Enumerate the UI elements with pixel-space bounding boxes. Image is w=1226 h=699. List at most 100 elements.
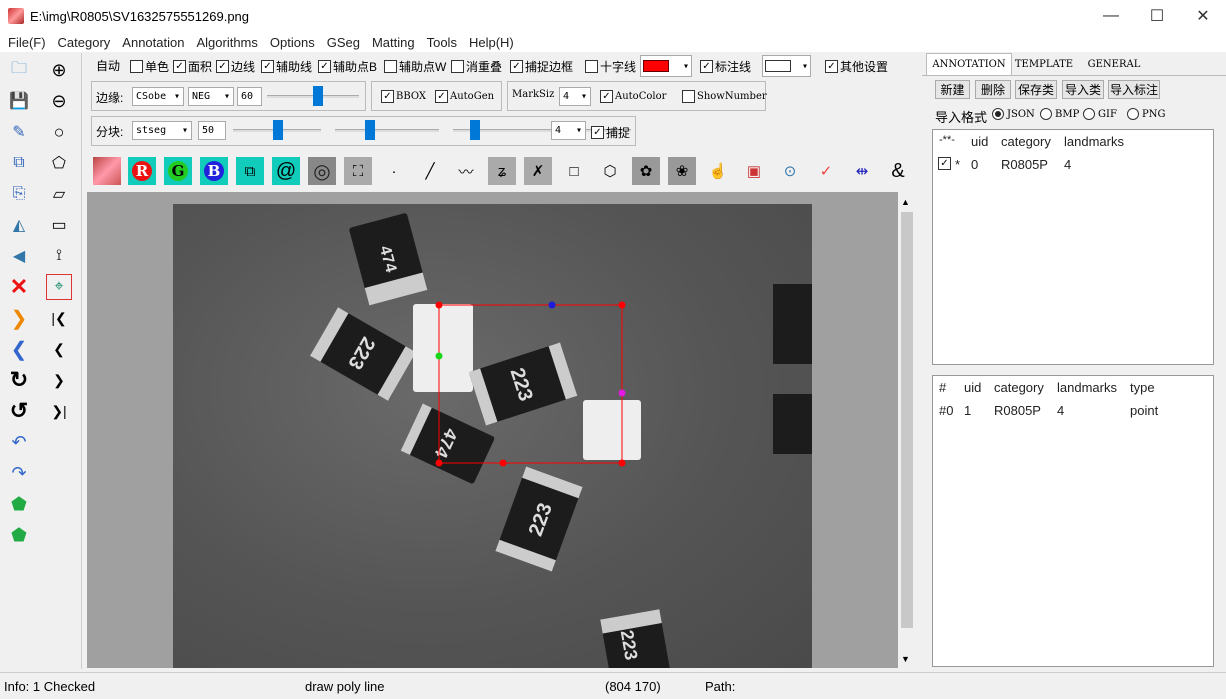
edge-value-input[interactable]: 60 <box>237 87 262 106</box>
table-row[interactable]: #0 1 R0805P 4 point <box>933 400 1213 420</box>
format-gif-radio[interactable]: GIF <box>1083 108 1117 120</box>
previous-icon[interactable]: ❮ <box>46 336 72 362</box>
bbox-checkbox[interactable]: ✓ BBOX <box>381 90 426 103</box>
zoom-out-icon[interactable]: ⊖ <box>46 88 72 114</box>
record-icon[interactable]: ⊙ <box>776 157 804 185</box>
scroll-thumb[interactable] <box>901 212 913 628</box>
fill-color-picker[interactable]: ▾ <box>762 55 811 77</box>
edge-slider-thumb[interactable] <box>313 86 323 106</box>
bbox-corner-point[interactable] <box>435 301 443 309</box>
save-icon[interactable]: 💾 <box>6 88 32 114</box>
arrow-left-icon[interactable]: ◀ <box>6 243 32 269</box>
landmark-red[interactable] <box>499 459 507 467</box>
format-png-radio[interactable]: PNG <box>1127 108 1165 120</box>
hand-pointer-icon[interactable]: ☝ <box>704 157 732 185</box>
aux-line-checkbox[interactable]: ✓ 辅助线 <box>261 58 312 75</box>
import-class-button[interactable]: 导入类 <box>1062 80 1104 99</box>
frame-icon[interactable]: ▣ <box>740 157 768 185</box>
prev-icon[interactable]: ❮ <box>6 336 32 362</box>
bbox-corner-point[interactable] <box>618 301 626 309</box>
close-button[interactable]: ✕ <box>1180 0 1226 32</box>
bezier-tool-icon[interactable]: ✗ <box>524 157 552 185</box>
other-settings-checkbox[interactable]: ✓ 其他设置 <box>825 58 888 75</box>
polygon-add-icon[interactable]: ⬠ <box>46 150 72 176</box>
transform-icon[interactable]: ⛶ <box>344 157 372 185</box>
point-tool-icon[interactable]: · <box>380 157 408 185</box>
landmark-magenta[interactable] <box>618 389 626 397</box>
circle-icon[interactable]: ○ <box>46 119 72 145</box>
bbox-corner-point[interactable] <box>618 459 626 467</box>
remove-overlap-checkbox[interactable]: 消重叠 <box>451 58 502 75</box>
spiral-icon[interactable]: ◎ <box>308 157 336 185</box>
menu-help[interactable]: Help(H) <box>463 35 520 50</box>
menu-file[interactable]: File(F) <box>2 35 52 50</box>
landmark-list[interactable]: # uid category landmarks type #0 1 R0805… <box>932 375 1214 667</box>
forward-icon[interactable]: ↷ <box>6 460 32 486</box>
import-annotation-button[interactable]: 导入标注 <box>1108 80 1160 99</box>
block-slider1-thumb[interactable] <box>273 120 283 140</box>
nextitem-icon[interactable]: ❯ <box>46 367 72 393</box>
menu-gseg[interactable]: GSeg <box>321 35 366 50</box>
rect-add-icon[interactable]: ▭ <box>46 212 72 238</box>
table-row[interactable]: ✓ * 0 R0805P 4 <box>933 154 1213 174</box>
shape-add-icon[interactable]: ▱ <box>46 181 72 207</box>
flip-icon[interactable]: ◭ <box>6 212 32 238</box>
blue-channel-button[interactable]: B <box>200 157 228 185</box>
menu-algorithms[interactable]: Algorithms <box>190 35 263 50</box>
polygon-green-alt-icon[interactable]: ⬟ <box>6 522 32 548</box>
edge-algo-select[interactable]: CSobe ▾ <box>132 87 184 106</box>
delete-button[interactable]: 删除 <box>975 80 1011 99</box>
snap-border-checkbox[interactable]: ✓ 捕捉边框 <box>510 58 573 75</box>
bbox-corner-point[interactable] <box>435 459 443 467</box>
edge-mode-select[interactable]: NEG ▾ <box>188 87 234 106</box>
block-slider2-track[interactable] <box>335 129 439 132</box>
new-button[interactable]: 新建 <box>935 80 970 99</box>
category-list[interactable]: -**- uid category landmarks ✓ * 0 R0805P… <box>932 129 1214 365</box>
canvas-vertical-scrollbar[interactable]: ▲ ▼ <box>898 192 916 668</box>
back-icon[interactable]: ↶ <box>6 429 32 455</box>
scroll-up-icon[interactable]: ▲ <box>901 197 910 207</box>
aux-point-b-checkbox[interactable]: ✓ 辅助点B <box>318 58 377 75</box>
freeform-tool-icon[interactable]: ✿ <box>632 157 660 185</box>
tab-template[interactable]: TEMPLATE <box>1012 53 1076 75</box>
line-color-picker[interactable]: ▾ <box>640 55 692 77</box>
delete-icon[interactable]: ✕ <box>6 274 32 300</box>
single-color-checkbox[interactable]: 单色 <box>130 58 169 75</box>
red-channel-button[interactable]: R <box>128 157 156 185</box>
zoom-in-icon[interactable]: ⊕ <box>46 57 72 83</box>
menu-matting[interactable]: Matting <box>366 35 421 50</box>
crosshair-checkbox[interactable]: 十字线 <box>585 58 636 75</box>
line-tool-icon[interactable]: ╱ <box>416 157 444 185</box>
maximize-button[interactable]: ☐ <box>1134 0 1180 32</box>
paste-icon[interactable]: ⎘ <box>6 181 32 207</box>
photo-icon[interactable] <box>93 157 121 185</box>
menu-annotation[interactable]: Annotation <box>116 35 190 50</box>
autocolor-checkbox[interactable]: ✓ AutoColor <box>600 90 666 103</box>
point-marker-icon[interactable]: ⌖ <box>46 274 72 300</box>
crop-icon[interactable]: ⧉ <box>236 157 264 185</box>
next-icon[interactable]: ❯ <box>6 305 32 331</box>
undo-icon[interactable]: ↺ <box>6 398 32 424</box>
freeform-fill-icon[interactable]: ❀ <box>668 157 696 185</box>
menu-tools[interactable]: Tools <box>421 35 463 50</box>
row-checkbox[interactable]: ✓ <box>938 157 951 170</box>
marksize-select[interactable]: 4 ▾ <box>559 87 591 106</box>
shownumber-checkbox[interactable]: ShowNumber <box>682 90 767 103</box>
minimize-button[interactable]: — <box>1088 0 1134 32</box>
edge-checkbox[interactable]: ✓ 边线 <box>216 58 255 75</box>
save-class-button[interactable]: 保存类 <box>1015 80 1057 99</box>
copy-icon[interactable]: ⧉ <box>6 150 32 176</box>
open-folder-icon[interactable]: 🗀 <box>6 57 32 83</box>
check-icon[interactable]: ✓ <box>812 157 840 185</box>
block-count-select[interactable]: 4 ▾ <box>551 121 586 140</box>
tab-annotation[interactable]: ANNOTATION <box>926 53 1012 75</box>
redo-icon[interactable]: ↻ <box>6 367 32 393</box>
label-line-checkbox[interactable]: ✓ 标注线 <box>700 58 751 75</box>
block-algo-select[interactable]: stseg ▾ <box>132 121 192 140</box>
last-icon[interactable]: ❯| <box>46 398 72 424</box>
scroll-down-icon[interactable]: ▼ <box>901 654 910 664</box>
tab-general[interactable]: GENERAL <box>1082 53 1146 75</box>
menu-options[interactable]: Options <box>264 35 321 50</box>
polygon-tool-icon[interactable]: ⬡ <box>596 157 624 185</box>
polygon-green-icon[interactable]: ⬟ <box>6 491 32 517</box>
